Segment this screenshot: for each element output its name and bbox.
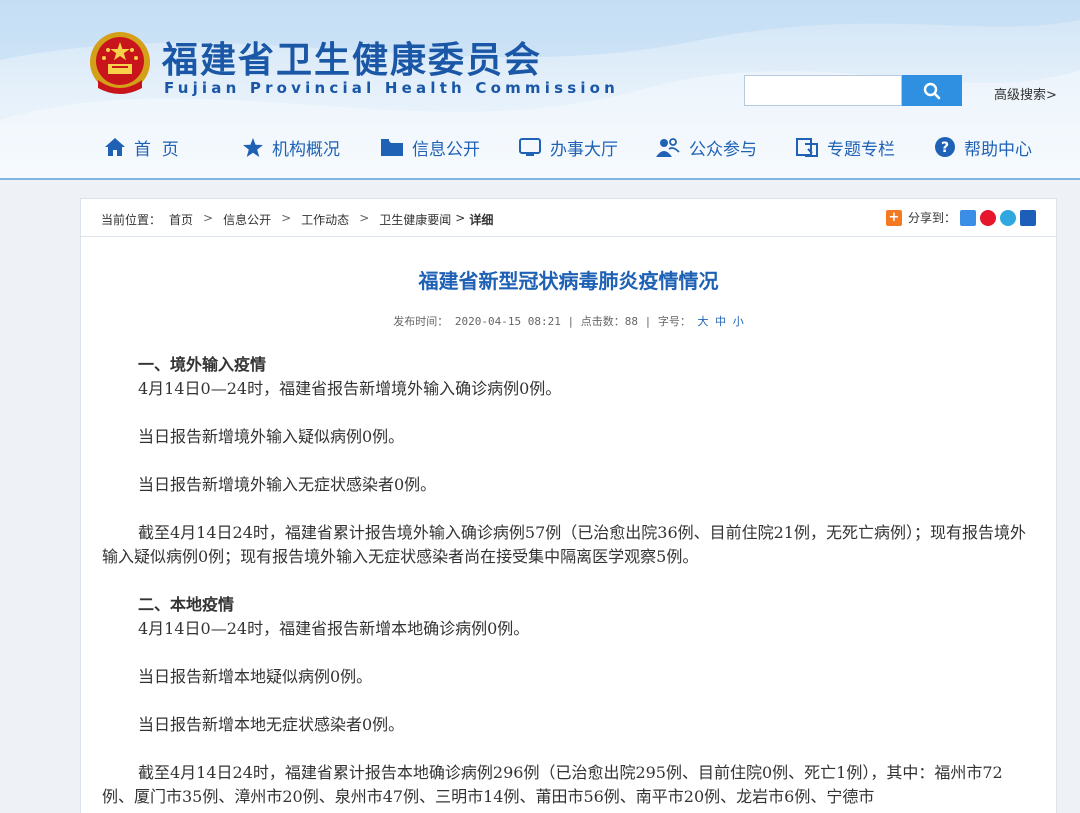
chevron-right-icon: > [455,211,466,225]
nav-label: 信息公开 [412,139,480,160]
chevron-right-icon: > [281,211,292,225]
breadcrumb: 当前位置： 首页 > 信息公开 > 工作动态 > 卫生健康要闻 > 详细 [101,211,493,228]
font-size-large[interactable]: 大 [697,315,708,328]
search-icon [923,82,941,99]
folder-icon [381,138,403,156]
paragraph: 当日报告新增本地无症状感染者0例。 [138,715,405,734]
meta-text: 发布时间： 2020-04-15 08:21 | 点击数：88 | 字号： [393,315,691,328]
nav-item-public[interactable]: 公众参与 [655,128,757,166]
site-subtitle: Fujian Provincial Health Commission [164,79,620,97]
nav-label: 机构概况 [272,139,340,160]
paragraph: 4月14日0—24时，福建省报告新增境外输入确诊病例0例。 [138,379,562,398]
star-icon [243,137,263,157]
nav-item-about[interactable]: 机构概况 [242,128,340,166]
article-title: 福建省新型冠状病毒肺炎疫情情况 [418,269,719,293]
font-size-small[interactable]: 小 [733,315,744,328]
chevron-right-icon: > [359,211,370,225]
tencent-weibo-icon[interactable] [1000,209,1016,226]
breadcrumb-bar: 当前位置： 首页 > 信息公开 > 工作动态 > 卫生健康要闻 > 详细 + 分… [81,199,1056,237]
renren-icon[interactable] [1020,209,1036,226]
breadcrumb-prefix: 当前位置： [101,213,162,227]
section-heading: 二、本地疫情 [138,595,235,614]
topic-icon [796,138,818,157]
site-header: 福建省卫生健康委员会 Fujian Provincial Health Comm… [0,0,1080,180]
qzone-icon[interactable] [960,209,976,226]
breadcrumb-work[interactable]: 工作动态 [301,211,349,228]
main-nav: 首 页 机构概况 信息公开 办事大厅 公众参与 专题专栏 ? 帮助中心 [0,128,1080,166]
svg-text:?: ? [941,140,949,156]
breadcrumb-info[interactable]: 信息公开 [223,211,271,228]
paragraph: 当日报告新增境外输入疑似病例0例。 [138,427,405,446]
paragraph: 4月14日0—24时，福建省报告新增本地确诊病例0例。 [138,619,530,638]
paragraph: 截至4月14日24时，福建省累计报告本地确诊病例296例（已治愈出院295例、目… [102,763,1003,806]
chevron-right-icon: > [203,211,214,225]
breadcrumb-current: 详细 [469,213,494,227]
home-icon [105,138,125,156]
weibo-icon[interactable] [980,209,996,226]
nav-label: 首 页 [134,139,179,160]
paragraph: 当日报告新增境外输入无症状感染者0例。 [138,475,437,494]
nav-item-info[interactable]: 信息公开 [380,128,480,166]
font-size-medium[interactable]: 中 [715,315,726,328]
nav-label: 帮助中心 [964,139,1032,160]
monitor-icon [519,137,541,156]
nav-item-help[interactable]: ? 帮助中心 [934,128,1032,166]
breadcrumb-home[interactable]: 首页 [161,211,193,228]
nav-label: 公众参与 [689,139,757,160]
nav-label: 办事大厅 [550,139,618,160]
article-meta: 发布时间： 2020-04-15 08:21 | 点击数：88 | 字号： 大 … [80,313,1057,329]
site-title: 福建省卫生健康委员会 [162,40,543,81]
section-heading: 一、境外输入疫情 [138,355,267,374]
national-emblem-logo [90,32,150,94]
nav-item-service[interactable]: 办事大厅 [518,128,618,166]
nav-item-home[interactable]: 首 页 [104,128,179,166]
article-body: 一、境外输入疫情 4月14日0—24时，福建省报告新增境外输入确诊病例0例。 当… [102,353,1032,809]
paragraph: 当日报告新增本地疑似病例0例。 [138,667,373,686]
nav-item-topics[interactable]: 专题专栏 [795,128,895,166]
share-bar: + 分享到： [885,209,1036,226]
nav-label: 专题专栏 [827,139,895,160]
advanced-search-link[interactable]: 高级搜索> [994,84,1057,103]
paragraph: 截至4月14日24时，福建省累计报告境外输入确诊病例57例（已治愈出院36例、目… [102,523,1026,566]
search-input[interactable] [744,75,902,106]
people-icon [656,137,680,157]
breadcrumb-news[interactable]: 卫生健康要闻 [379,211,451,228]
search-button[interactable] [902,75,962,106]
help-icon: ? [935,137,955,157]
share-label: 分享到： [907,211,956,225]
share-plus-icon[interactable]: + [885,209,902,226]
